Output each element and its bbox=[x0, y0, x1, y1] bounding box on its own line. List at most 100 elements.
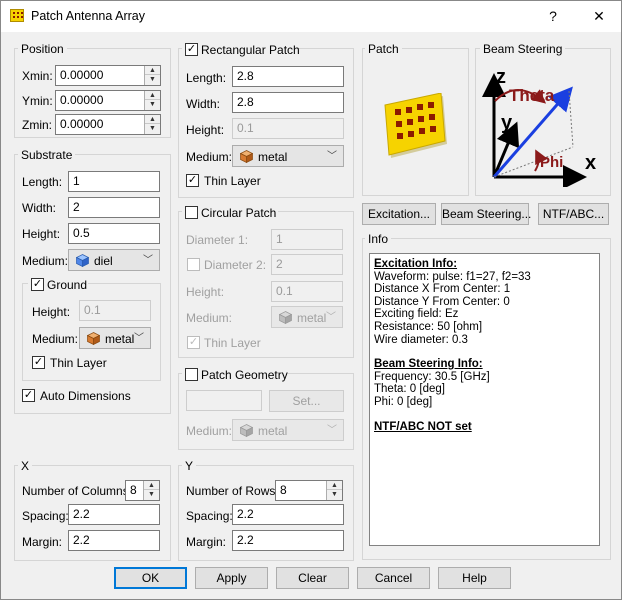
substrate-group-title: Substrate bbox=[18, 148, 76, 162]
circ-d2-checkbox[interactable] bbox=[187, 258, 200, 271]
info-line: Distance X From Center: 1 bbox=[374, 283, 511, 296]
columns-spinner[interactable]: ▲ ▼ bbox=[143, 481, 159, 500]
patch-geometry-medium-label: Medium: bbox=[186, 424, 233, 438]
y-spacing-field[interactable]: 2.2 bbox=[232, 504, 344, 525]
x-group-title: X bbox=[18, 459, 33, 473]
ymin-spinner[interactable]: ▲ ▼ bbox=[144, 91, 160, 110]
x-axis-label: x bbox=[585, 152, 596, 174]
substrate-height-field[interactable]: 0.5 bbox=[68, 223, 160, 244]
blue-cube-icon bbox=[76, 254, 89, 267]
cancel-button[interactable]: Cancel bbox=[357, 567, 430, 589]
beam-heading: Beam Steering Info: bbox=[374, 358, 483, 371]
rows-label: Number of Rows: bbox=[186, 484, 279, 498]
patch-array-preview-icon bbox=[384, 93, 447, 158]
rect-thin-layer-checkbox[interactable]: ✓ bbox=[186, 174, 199, 187]
rect-thin-layer-label: Thin Layer bbox=[204, 174, 261, 188]
info-line: Wire diameter: 0.3 bbox=[374, 333, 468, 346]
rect-medium-select[interactable]: metal ﹀ bbox=[232, 145, 344, 167]
columns-label: Number of Columns: bbox=[22, 484, 133, 498]
chevron-down-icon: ﹀ bbox=[327, 151, 337, 162]
x-margin-field[interactable]: 2.2 bbox=[68, 530, 160, 551]
circ-thin-layer-checkbox[interactable]: ✓ bbox=[187, 336, 200, 349]
help-title-button[interactable]: ? bbox=[531, 1, 575, 32]
rect-length-field[interactable]: 2.8 bbox=[232, 66, 344, 87]
rect-patch-checkbox[interactable]: ✓ bbox=[185, 43, 198, 56]
substrate-length-field[interactable]: 1 bbox=[68, 171, 160, 192]
info-line: Resistance: 50 [ohm] bbox=[374, 320, 483, 333]
rect-height-field[interactable]: 0.1 bbox=[232, 118, 344, 139]
ground-checkbox[interactable]: ✓ bbox=[31, 278, 44, 291]
info-text-box[interactable]: Excitation Info: Waveform: pulse: f1=27,… bbox=[369, 253, 600, 546]
ground-thin-layer-checkbox[interactable]: ✓ bbox=[32, 356, 45, 369]
y-axis-label: y bbox=[501, 112, 513, 134]
gray-cube-icon bbox=[240, 424, 253, 437]
zmin-field[interactable]: 0.00000 ▲ ▼ bbox=[55, 114, 161, 135]
close-button[interactable]: ✕ bbox=[577, 1, 621, 32]
position-group-title: Position bbox=[18, 42, 67, 56]
patch-geometry-file-field[interactable] bbox=[186, 390, 262, 411]
substrate-medium-select[interactable]: diel ﹀ bbox=[68, 249, 160, 271]
beam-steering-diagram: z y x Theta Phi bbox=[482, 66, 596, 187]
z-axis-label: z bbox=[496, 66, 506, 88]
chevron-down-icon: ﹀ bbox=[134, 333, 144, 344]
patch-geometry-set-button[interactable]: Set... bbox=[269, 390, 344, 412]
y-spacing-label: Spacing: bbox=[186, 509, 233, 523]
circ-height-field[interactable]: 0.1 bbox=[271, 281, 343, 302]
patch-array-icon bbox=[10, 9, 24, 22]
circ-medium-select[interactable]: metal ﹀ bbox=[271, 306, 343, 328]
zmin-label: Zmin: bbox=[22, 118, 52, 132]
patch-geometry-checkbox[interactable] bbox=[185, 368, 198, 381]
substrate-width-field[interactable]: 2 bbox=[68, 197, 160, 218]
auto-dimensions-checkbox[interactable]: ✓ bbox=[22, 389, 35, 402]
substrate-length-label: Length: bbox=[22, 175, 63, 189]
x-margin-label: Margin: bbox=[22, 535, 63, 549]
circ-d1-field[interactable]: 1 bbox=[271, 229, 343, 250]
circ-medium-value: metal bbox=[297, 311, 327, 325]
beam-preview-title: Beam Steering bbox=[480, 42, 566, 56]
excitation-button[interactable]: Excitation... bbox=[362, 203, 436, 225]
circ-d2-field[interactable]: 2 bbox=[271, 254, 343, 275]
apply-button[interactable]: Apply bbox=[195, 567, 268, 589]
ymin-field[interactable]: 0.00000 ▲ ▼ bbox=[55, 90, 161, 111]
xmin-field[interactable]: 0.00000 ▲ ▼ bbox=[55, 65, 161, 86]
patch-geometry-medium-select[interactable]: metal ﹀ bbox=[232, 419, 344, 441]
ground-medium-label: Medium: bbox=[32, 332, 79, 346]
orange-cube-icon bbox=[240, 150, 253, 163]
zmin-spinner[interactable]: ▲ ▼ bbox=[144, 115, 160, 134]
circ-thin-layer-label: Thin Layer bbox=[204, 336, 261, 350]
ymin-label: Ymin: bbox=[22, 94, 53, 108]
help-button[interactable]: Help bbox=[438, 567, 511, 589]
excitation-heading: Excitation Info: bbox=[374, 258, 458, 270]
phi-label: Phi bbox=[540, 154, 563, 171]
rect-width-label: Width: bbox=[186, 97, 221, 111]
circ-patch-checkbox[interactable] bbox=[185, 206, 198, 219]
patch-preview-title: Patch bbox=[365, 42, 402, 56]
ground-medium-value: metal bbox=[105, 332, 135, 346]
rect-length-label: Length: bbox=[186, 71, 227, 85]
info-line: Distance Y From Center: 0 bbox=[374, 295, 510, 308]
beam-steering-button[interactable]: Beam Steering... bbox=[441, 203, 531, 225]
columns-field[interactable]: 8 ▲ ▼ bbox=[125, 480, 160, 501]
title-bar: Patch Antenna Array ? ✕ bbox=[1, 1, 621, 32]
ground-height-field[interactable]: 0.1 bbox=[79, 300, 151, 321]
ground-height-label: Height: bbox=[32, 305, 71, 319]
clear-button[interactable]: Clear bbox=[276, 567, 349, 589]
rows-spinner[interactable]: ▲ ▼ bbox=[326, 481, 342, 500]
rect-width-field[interactable]: 2.8 bbox=[232, 92, 344, 113]
substrate-height-label: Height: bbox=[22, 227, 61, 241]
zmin-value: 0.00000 bbox=[60, 117, 104, 131]
xmin-spinner[interactable]: ▲ ▼ bbox=[144, 66, 160, 85]
y-margin-field[interactable]: 2.2 bbox=[232, 530, 344, 551]
patch-geometry-label: Patch Geometry bbox=[201, 368, 288, 382]
rows-value: 8 bbox=[280, 483, 287, 497]
ok-button[interactable]: OK bbox=[114, 567, 187, 589]
ntf-abc-button[interactable]: NTF/ABC... bbox=[538, 203, 609, 225]
ground-medium-select[interactable]: metal ﹀ bbox=[79, 327, 151, 349]
rows-field[interactable]: 8 ▲ ▼ bbox=[275, 480, 343, 501]
x-spacing-field[interactable]: 2.2 bbox=[68, 504, 160, 525]
rect-patch-label: Rectangular Patch bbox=[201, 43, 300, 57]
circ-patch-label: Circular Patch bbox=[201, 206, 277, 220]
theta-label: Theta bbox=[509, 86, 555, 105]
y-group-title: Y bbox=[182, 459, 197, 473]
info-line: Waveform: pulse: f1=27, f2=33 bbox=[374, 270, 531, 283]
